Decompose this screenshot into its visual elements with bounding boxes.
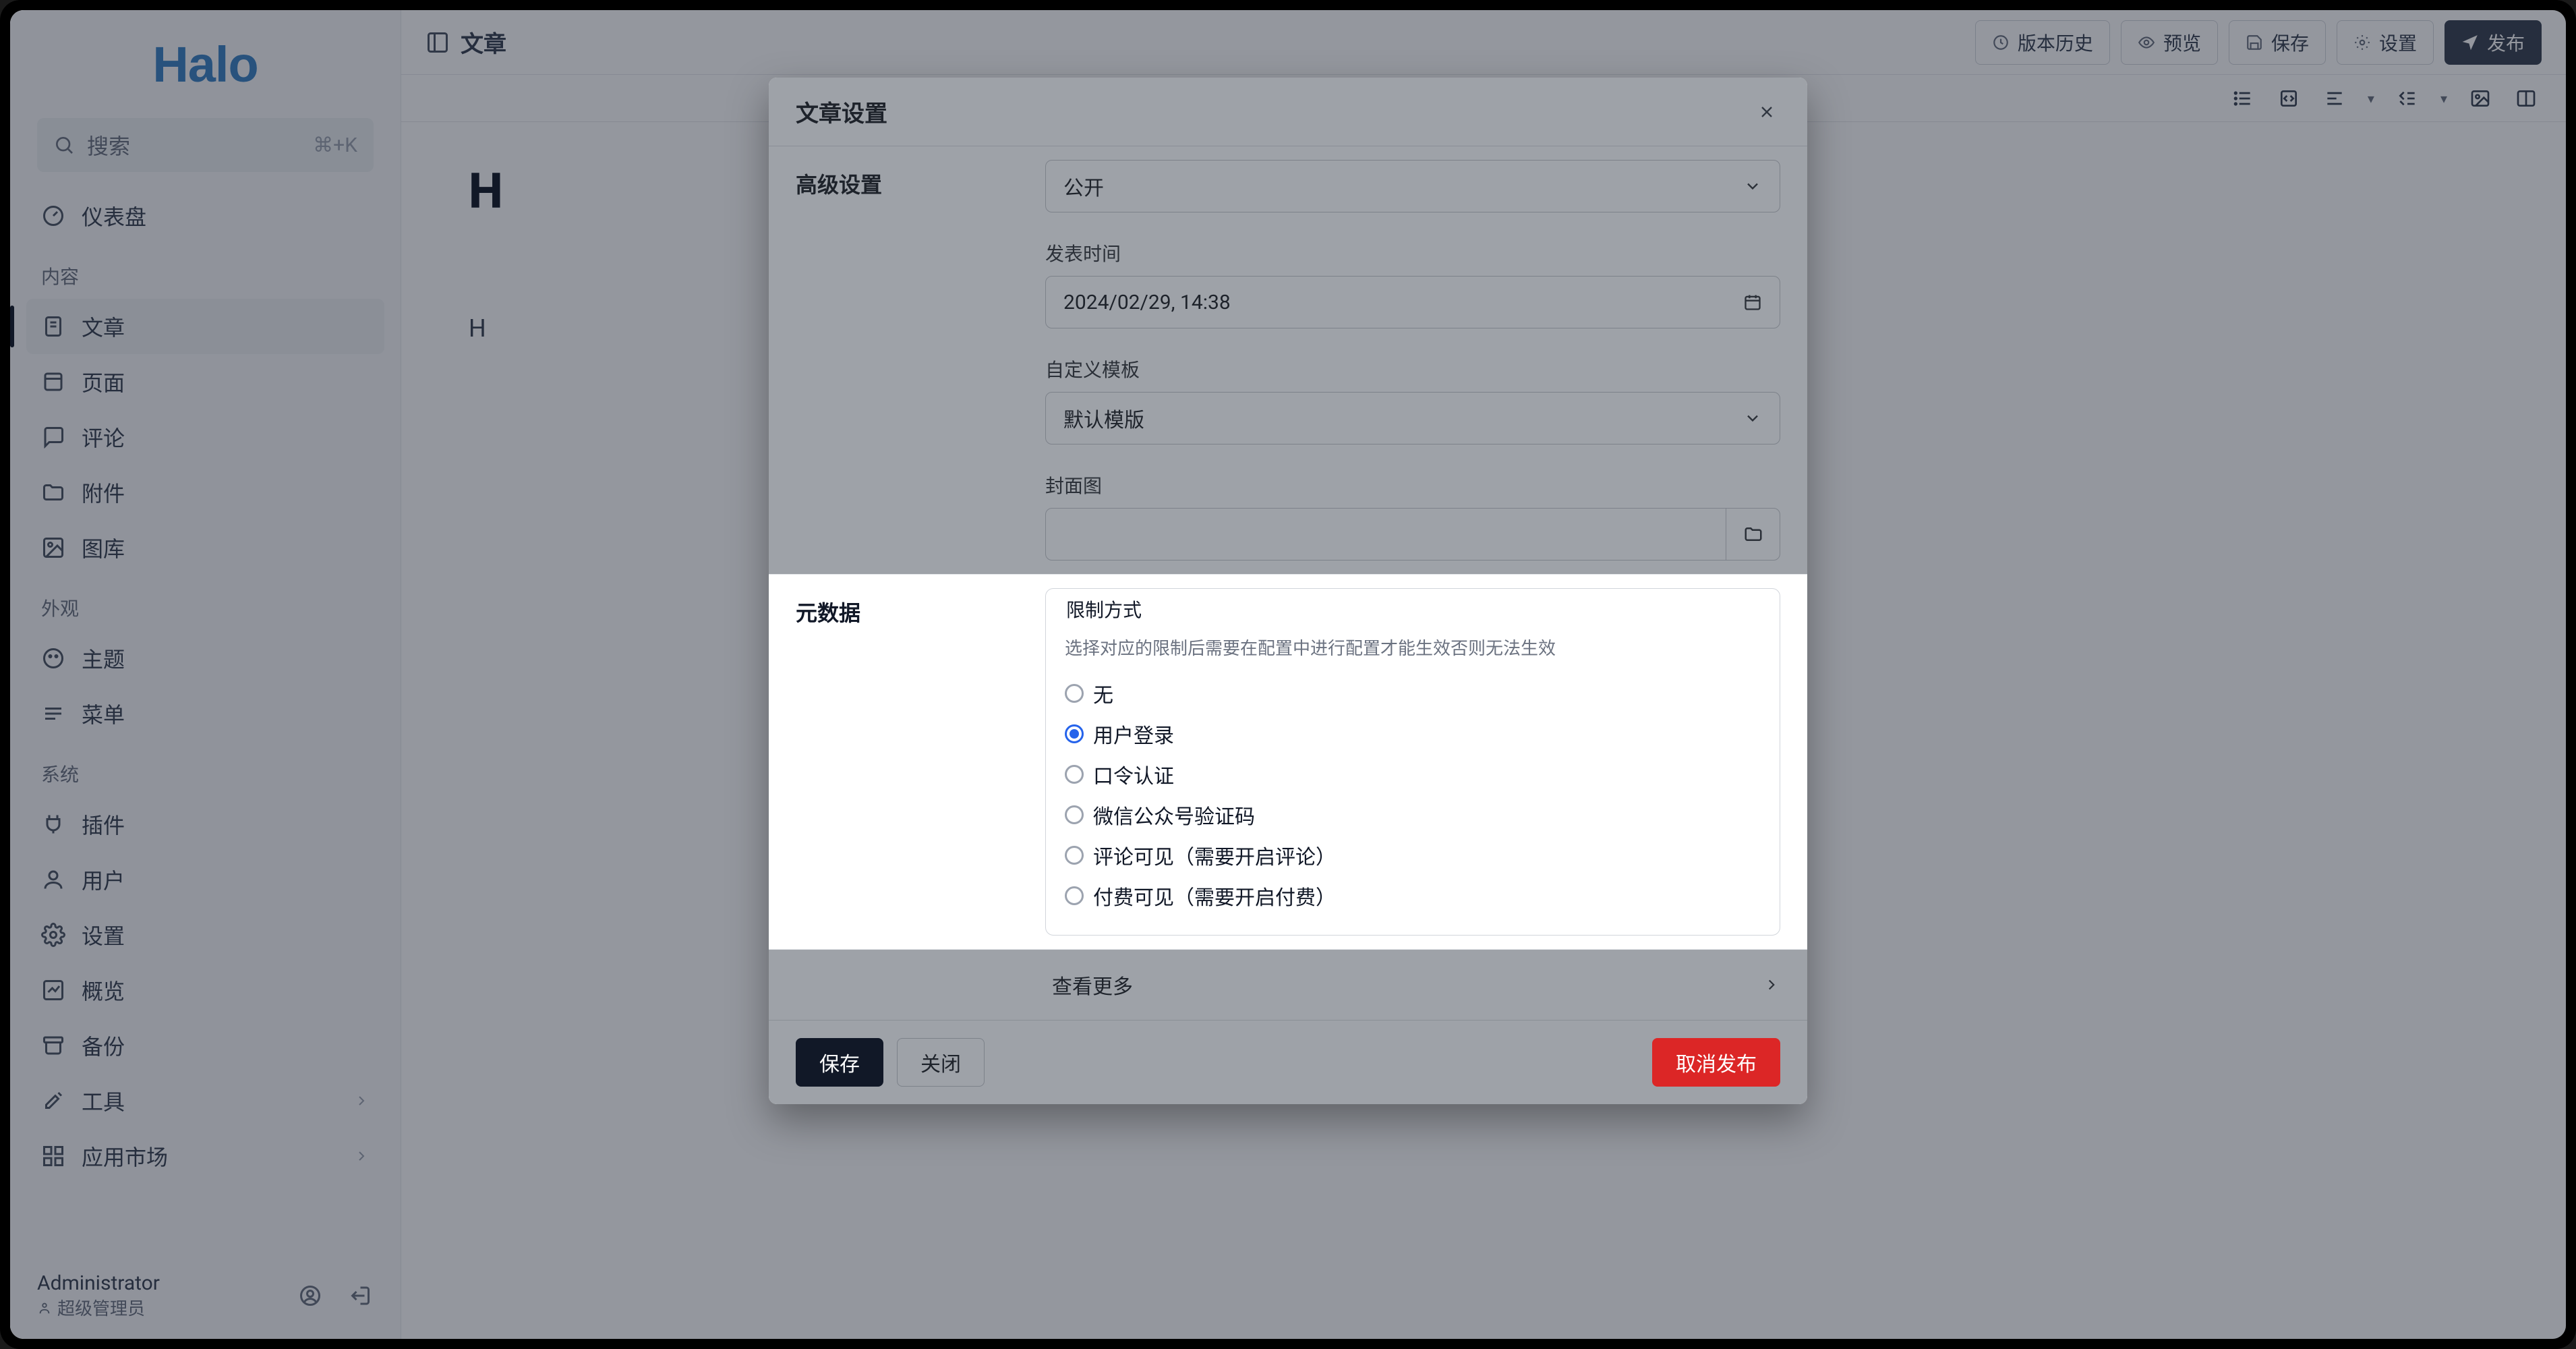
modal-close-button-footer[interactable]: 关闭 <box>897 1038 985 1087</box>
cover-label: 封面图 <box>1045 471 1780 498</box>
section-meta-label: 元数据 <box>796 588 1038 936</box>
restrict-option[interactable]: 评论可见（需要开启评论） <box>1065 835 1761 876</box>
close-icon <box>1757 103 1776 121</box>
restrict-legend: 限制方式 <box>1061 596 1147 623</box>
radio-icon <box>1065 724 1084 743</box>
template-select[interactable]: 默认模版 <box>1045 392 1780 444</box>
chevron-right-icon <box>1763 976 1780 994</box>
restrict-option[interactable]: 口令认证 <box>1065 754 1761 795</box>
radio-icon <box>1065 765 1084 784</box>
radio-icon <box>1065 846 1084 865</box>
chevron-down-icon <box>1743 409 1762 428</box>
cover-input[interactable] <box>1045 508 1780 561</box>
radio-icon <box>1065 684 1084 703</box>
radio-label: 付费可见（需要开启付费） <box>1093 881 1336 911</box>
template-value: 默认模版 <box>1063 403 1144 433</box>
restrict-hint: 选择对应的限制后需要在配置中进行配置才能生效否则无法生效 <box>1065 635 1761 660</box>
template-label: 自定义模板 <box>1045 355 1780 382</box>
section-advanced-label: 高级设置 <box>796 160 1038 561</box>
chevron-down-icon <box>1743 177 1762 196</box>
modal-title: 文章设置 <box>796 95 887 128</box>
restrict-option[interactable]: 付费可见（需要开启付费） <box>1065 876 1761 916</box>
calendar-icon <box>1743 293 1762 312</box>
radio-icon <box>1065 805 1084 824</box>
radio-label: 口令认证 <box>1093 759 1174 789</box>
restrict-fieldset: 限制方式 选择对应的限制后需要在配置中进行配置才能生效否则无法生效 无用户登录口… <box>1045 588 1780 936</box>
radio-label: 用户登录 <box>1093 719 1174 749</box>
radio-label: 无 <box>1093 679 1113 708</box>
modal-save-button[interactable]: 保存 <box>796 1038 883 1087</box>
restrict-option[interactable]: 用户登录 <box>1065 714 1761 754</box>
post-settings-modal: 文章设置 高级设置 公开 发表时间 <box>769 78 1807 1104</box>
restrict-option[interactable]: 无 <box>1065 673 1761 714</box>
modal-close-button[interactable] <box>1753 98 1780 125</box>
see-more-toggle[interactable]: 查看更多 <box>769 950 1807 1020</box>
folder-icon <box>1743 524 1763 544</box>
publish-time-label: 发表时间 <box>1045 239 1780 266</box>
visibility-value: 公开 <box>1063 171 1104 201</box>
radio-label: 评论可见（需要开启评论） <box>1093 840 1336 870</box>
modal-unpublish-button[interactable]: 取消发布 <box>1652 1038 1780 1087</box>
publish-time-value: 2024/02/29, 14:38 <box>1063 291 1231 314</box>
cover-browse-button[interactable] <box>1726 509 1780 560</box>
see-more-label: 查看更多 <box>1052 970 1763 1000</box>
publish-time-input[interactable]: 2024/02/29, 14:38 <box>1045 276 1780 328</box>
radio-label: 微信公众号验证码 <box>1093 800 1255 830</box>
radio-icon <box>1065 886 1084 905</box>
restrict-option[interactable]: 微信公众号验证码 <box>1065 795 1761 835</box>
visibility-select[interactable]: 公开 <box>1045 160 1780 212</box>
